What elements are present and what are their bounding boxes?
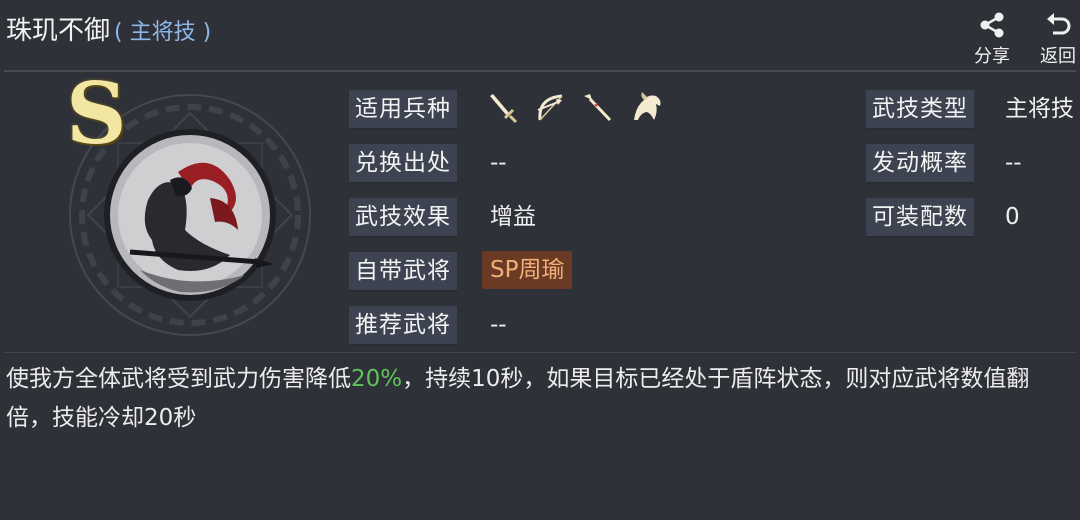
skill-description: 使我方全体武将受到武力伤害降低20%，持续10秒，如果目标已经处于盾阵状态，则对… — [6, 360, 1072, 438]
spear-icon — [584, 94, 612, 122]
unit-types-label: 适用兵种 — [349, 90, 457, 130]
trigger-rate-value: -- — [1005, 150, 1022, 176]
header-bar: 珠玑不御( 主将技 ) 分享 返回 — [0, 0, 1080, 70]
skill-type-value: 主将技 — [1005, 96, 1074, 122]
share-icon — [980, 12, 1004, 38]
sword-icon — [490, 94, 518, 124]
skill-category: ( 主将技 ) — [114, 20, 212, 45]
equip-count-value: 0 — [1005, 204, 1020, 230]
description-highlight: 20% — [351, 366, 403, 392]
skill-type-label: 武技类型 — [866, 90, 974, 130]
bow-icon — [537, 94, 563, 121]
header-divider — [4, 70, 1076, 72]
recommended-label: 推荐武将 — [349, 306, 457, 346]
horse-icon — [634, 92, 661, 120]
source-value: -- — [490, 150, 507, 176]
share-label: 分享 — [974, 46, 1010, 67]
skill-name: 珠玑不御 — [6, 16, 111, 46]
native-general-label: 自带武将 — [349, 252, 457, 292]
share-button[interactable]: 分享 — [968, 10, 1016, 68]
back-button[interactable]: 返回 — [1034, 10, 1080, 68]
skill-title: 珠玑不御( 主将技 ) — [6, 10, 211, 47]
skill-grade: S — [66, 64, 127, 163]
back-arrow-icon — [1047, 13, 1071, 35]
section-divider — [4, 352, 1076, 353]
description-text-start: 使我方全体武将受到武力伤害降低 — [6, 366, 351, 392]
effect-value: 增益 — [490, 204, 536, 230]
equip-count-label: 可装配数 — [866, 198, 974, 238]
back-label: 返回 — [1040, 46, 1076, 67]
native-general-tag[interactable]: SP周瑜 — [482, 251, 573, 289]
effect-label: 武技效果 — [349, 198, 457, 238]
recommended-value: -- — [490, 312, 507, 338]
trigger-rate-label: 发动概率 — [866, 144, 974, 184]
source-label: 兑换出处 — [349, 144, 457, 184]
